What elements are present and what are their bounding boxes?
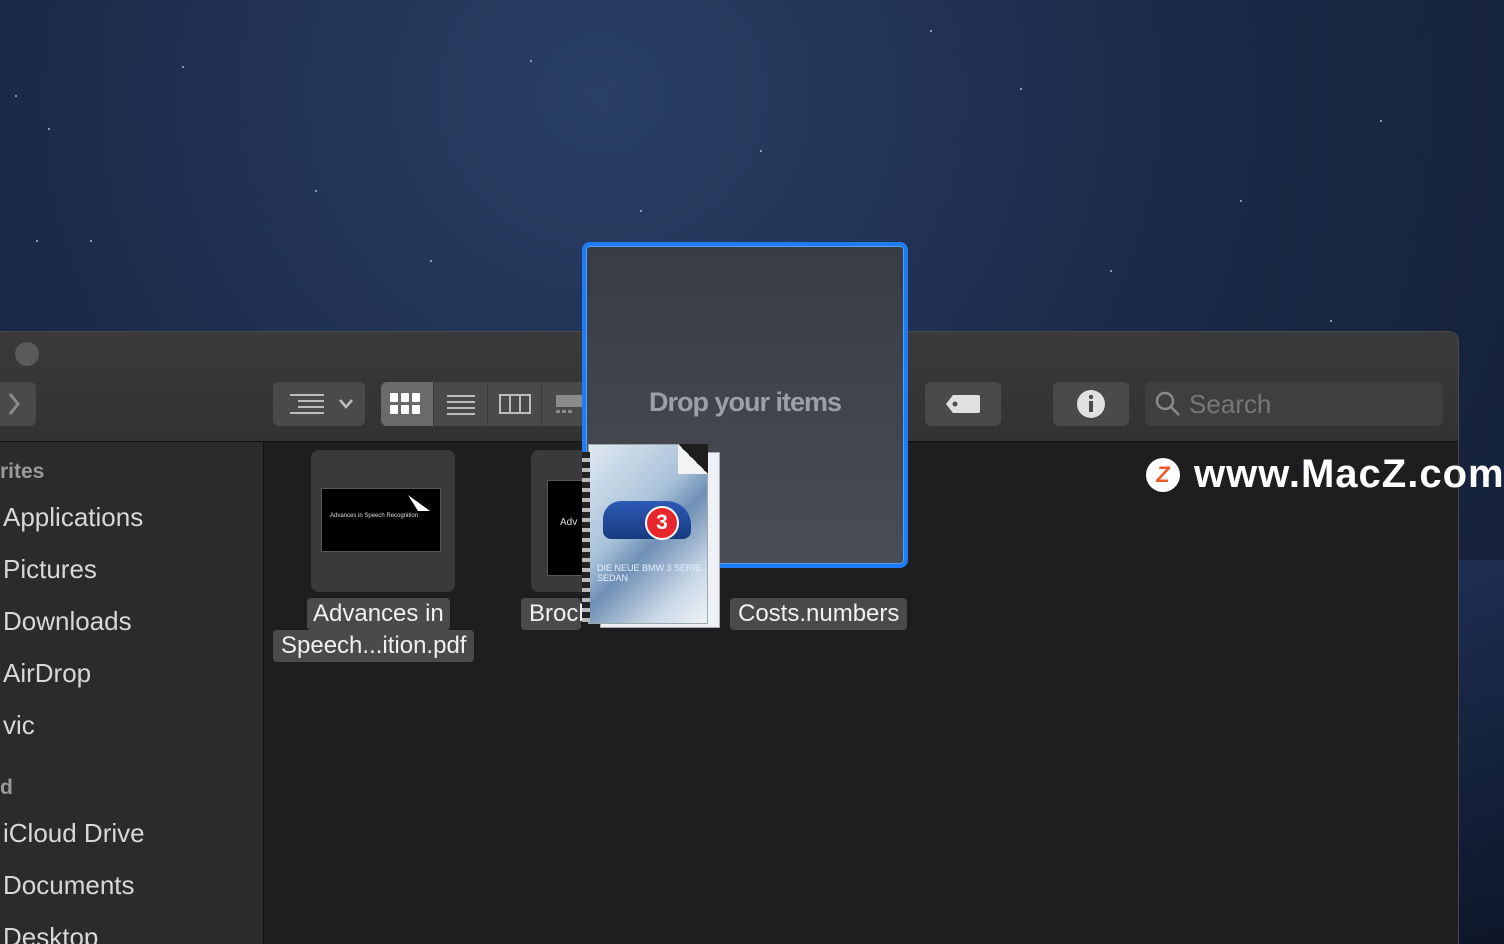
list-view-button[interactable] [434, 382, 488, 426]
spiral-binding [582, 452, 590, 622]
watermark-logo-icon: Z [1146, 457, 1180, 492]
drag-count-badge: 3 [645, 506, 679, 540]
list-group-icon [290, 394, 353, 414]
brochure-caption: DIE NEUE BMW 3 SERIE SEDAN [597, 563, 702, 583]
page-curl [678, 444, 708, 474]
file-label-advances-line1: Advances in [307, 598, 450, 630]
drop-zone-label: Drop your items [648, 386, 842, 417]
sidebar-item-downloads[interactable]: Downloads [3, 606, 132, 637]
icon-view-button[interactable] [381, 382, 434, 426]
forward-button[interactable] [0, 382, 36, 426]
sidebar-section-favorites: rites [0, 460, 45, 483]
sidebar-item-vic[interactable]: vic [3, 710, 35, 741]
gallery-icon [555, 395, 582, 413]
sidebar-item-desktop[interactable]: Desktop [3, 922, 98, 944]
sidebar-section-icloud: d [0, 776, 13, 799]
group-by-button[interactable] [273, 382, 365, 426]
info-icon [1077, 390, 1105, 418]
pdf-thumbnail: Advances in Speech Recognition [321, 488, 441, 552]
watermark: Z www.MacZ.com [1146, 452, 1504, 497]
file-label-costs: Costs.numbers [730, 598, 908, 630]
search-field[interactable] [1145, 382, 1443, 426]
dragged-brochure-preview: DIE NEUE BMW 3 SERIE SEDAN [588, 444, 708, 624]
sidebar-item-airdrop[interactable]: AirDrop [3, 658, 91, 689]
sidebar-item-pictures[interactable]: Pictures [3, 554, 97, 585]
sidebar-item-documents[interactable]: Documents [3, 870, 135, 901]
file-icon-advances-pdf[interactable]: Advances in Speech Recognition [311, 450, 455, 592]
view-mode-segmented-control [381, 382, 591, 426]
dragged-items[interactable]: DIE NEUE BMW 3 SERIE SEDAN 3 [580, 444, 720, 628]
sidebar-item-applications[interactable]: Applications [3, 502, 143, 533]
search-icon [1155, 391, 1180, 416]
search-input[interactable] [1189, 388, 1429, 420]
columns-icon [498, 394, 531, 414]
watermark-text: www.MacZ.com [1194, 452, 1504, 496]
chevron-right-icon [8, 393, 20, 415]
list-icon [446, 395, 475, 415]
grid-icon [389, 393, 420, 414]
get-info-button[interactable] [1053, 382, 1129, 426]
column-view-button[interactable] [488, 382, 542, 426]
file-label-advances-line2: Speech...ition.pdf [273, 630, 475, 662]
tag-icon [946, 395, 980, 413]
tags-button[interactable] [925, 382, 1001, 426]
file-label-brochure: Broch [521, 598, 592, 630]
sidebar-item-icloud-drive[interactable]: iCloud Drive [3, 818, 145, 849]
pdf-thumbnail-title: Advances in Speech Recognition [330, 513, 419, 519]
sidebar: rites Applications Pictures Downloads Ai… [0, 442, 264, 944]
brochure-thumbnail-text: Adv [560, 517, 578, 528]
window-control-button[interactable] [15, 342, 39, 366]
cursor-arrow-icon [408, 495, 430, 511]
